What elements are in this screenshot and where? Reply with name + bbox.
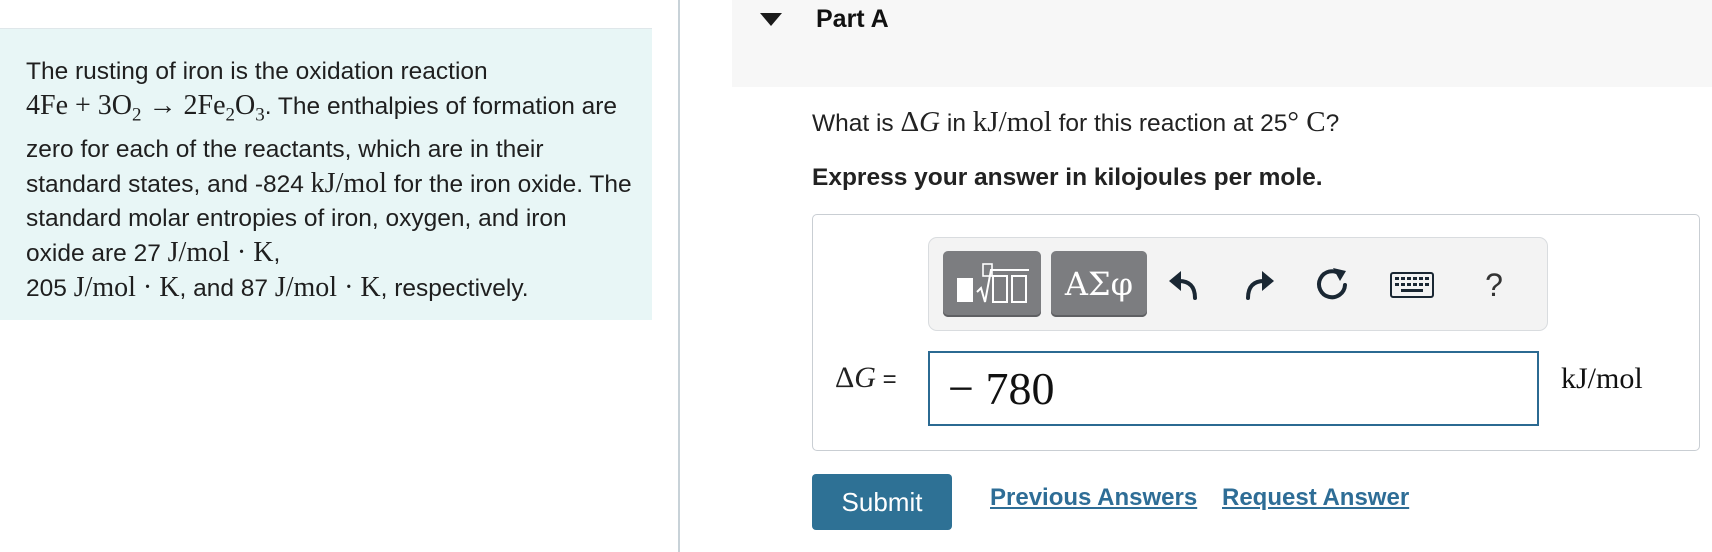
templates-button[interactable]	[943, 251, 1041, 317]
answer-input[interactable]: − 780	[928, 351, 1539, 426]
greek-symbols-button[interactable]: ΑΣφ	[1051, 251, 1147, 317]
reset-button[interactable]	[1307, 260, 1357, 310]
part-header[interactable]: Part A	[732, 0, 1712, 87]
problem-statement: The rusting of iron is the oxidation rea…	[0, 29, 652, 320]
previous-answers-link[interactable]: Previous Answers	[990, 484, 1197, 512]
part-title: Part A	[816, 5, 889, 33]
undo-icon	[1169, 271, 1197, 300]
templates-icon	[957, 263, 1029, 303]
help-button[interactable]: ?	[1469, 260, 1519, 310]
answer-unit: kJ/mol	[1561, 362, 1643, 395]
submit-button[interactable]: Submit	[812, 474, 952, 530]
reset-icon	[1317, 268, 1347, 300]
request-answer-link[interactable]: Request Answer	[1222, 484, 1409, 512]
keyboard-icon	[1390, 272, 1434, 298]
answer-label: ΔG =	[835, 361, 897, 394]
keyboard-button[interactable]	[1384, 260, 1440, 310]
collapse-triangle-icon[interactable]	[760, 13, 782, 26]
question-text: What is ΔG in kJ/mol for this reaction a…	[812, 106, 1340, 138]
problem-intro: The rusting of iron is the oxidation rea…	[26, 58, 488, 85]
vertical-divider	[678, 0, 680, 552]
answer-instruction: Express your answer in kilojoules per mo…	[812, 164, 1323, 191]
math-toolbar: ΑΣφ ?	[928, 237, 1548, 331]
reaction-equation: 4Fe + 3O2 → 2Fe2O3	[26, 90, 265, 126]
redo-button[interactable]	[1234, 260, 1284, 310]
redo-icon	[1246, 271, 1274, 300]
answer-box: ΑΣφ ? ΔG = − 780 kJ/mol	[812, 214, 1700, 451]
undo-button[interactable]	[1159, 260, 1209, 310]
